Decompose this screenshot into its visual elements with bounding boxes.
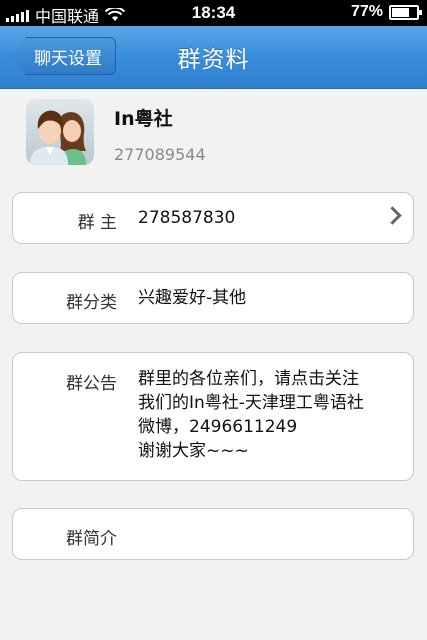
group-intro-row: 群简介 bbox=[12, 508, 414, 560]
battery-percent: 77% bbox=[350, 3, 383, 20]
battery-icon bbox=[389, 4, 422, 20]
page-title: 群资料 bbox=[177, 47, 250, 73]
status-bar: 中国联通 18:34 77% bbox=[0, 0, 427, 26]
group-category-value: 兴趣爱好-其他 bbox=[138, 288, 247, 308]
notice-line: 我们的In粤社-天津理工粤语社 bbox=[138, 393, 364, 413]
group-avatar-icon bbox=[30, 110, 86, 165]
group-owner-row[interactable]: 群 主 278587830 bbox=[12, 192, 414, 244]
group-category-row: 群分类 兴趣爱好-其他 bbox=[12, 272, 414, 324]
group-id: 277089544 bbox=[114, 145, 206, 164]
group-notice-text: 群里的各位亲们，请点击关注 我们的In粤社-天津理工粤语社 微博，2496611… bbox=[138, 367, 364, 463]
group-notice-row: 群公告 群里的各位亲们，请点击关注 我们的In粤社-天津理工粤语社 微博，249… bbox=[12, 352, 414, 481]
notice-line: 谢谢大家~~~ bbox=[138, 441, 249, 461]
group-category-label: 群分类 bbox=[66, 293, 117, 313]
group-notice-label: 群公告 bbox=[66, 374, 117, 394]
group-name: In粤社 bbox=[114, 108, 173, 130]
group-owner-label: 群 主 bbox=[77, 213, 117, 233]
group-intro-label: 群简介 bbox=[66, 529, 117, 549]
group-owner-value: 278587830 bbox=[138, 208, 236, 228]
notice-line: 微博，2496611249 bbox=[138, 417, 298, 437]
status-right: 77% bbox=[350, 3, 422, 21]
notice-line: 群里的各位亲们，请点击关注 bbox=[138, 369, 359, 389]
nav-bar: 聊天设置 群资料 bbox=[0, 26, 427, 89]
battery-fill bbox=[392, 7, 409, 17]
group-avatar[interactable] bbox=[26, 99, 94, 165]
chevron-right-icon bbox=[383, 206, 402, 225]
